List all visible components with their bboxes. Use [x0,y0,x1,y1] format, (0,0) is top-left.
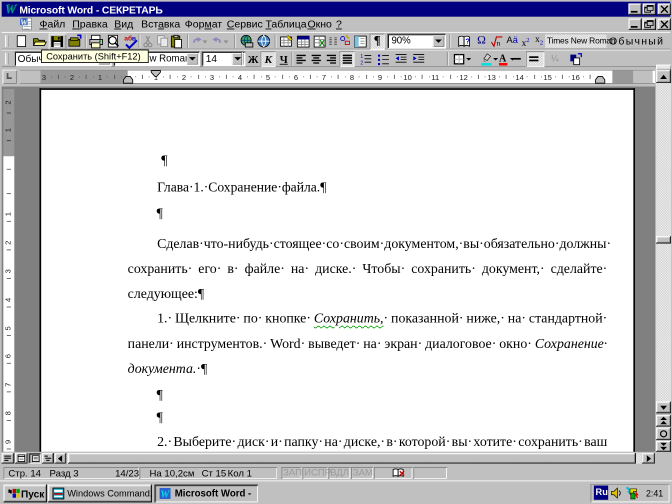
svg-text:n: n [496,38,500,47]
svg-text:?: ? [465,37,470,46]
svg-text:2: 2 [360,61,363,67]
svg-text:W: W [6,3,18,16]
svg-text:X: X [319,38,325,48]
svg-text:W: W [160,489,170,499]
svg-text:1: 1 [360,54,363,60]
svg-text:W: W [20,18,28,26]
